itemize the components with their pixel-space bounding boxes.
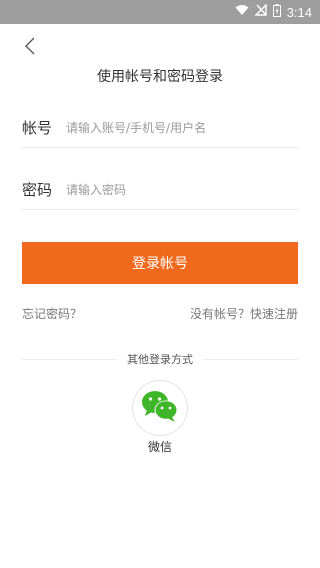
wechat-login-button[interactable] (132, 380, 188, 436)
status-time: 3:14 (286, 4, 312, 20)
status-bar: 3:14 (0, 0, 320, 24)
forgot-password-link[interactable]: 忘记密码？ (22, 305, 82, 322)
status-icons: 3:14 (235, 0, 312, 24)
account-field: 帐号 (22, 108, 298, 148)
battery-icon (272, 3, 281, 21)
wechat-label: 微信 (147, 440, 172, 454)
password-field: 密码 (22, 170, 298, 210)
other-login-title: 其他登录方式 (127, 353, 193, 366)
divider-line-left (22, 358, 117, 360)
password-label: 密码 (22, 181, 53, 199)
wechat-icon (141, 389, 179, 427)
wifi-icon (235, 4, 249, 20)
account-input[interactable] (66, 120, 298, 135)
other-login-divider: 其他登录方式 (22, 351, 298, 367)
login-button[interactable]: 登录帐号 (22, 242, 298, 284)
back-button[interactable] (18, 36, 42, 60)
account-label: 帐号 (22, 119, 53, 137)
divider-line-right (203, 358, 298, 360)
password-input[interactable] (66, 182, 298, 197)
page-title: 使用帐号和密码登录 (97, 69, 223, 85)
register-link[interactable]: 没有帐号？快速注册 (190, 305, 298, 322)
chevron-left-icon (25, 37, 35, 59)
no-signal-icon (253, 3, 267, 20)
